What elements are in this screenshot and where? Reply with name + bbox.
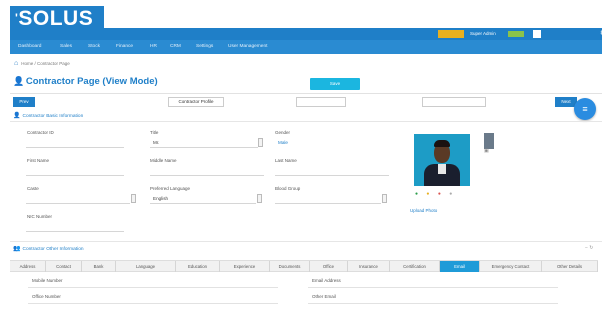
logo-band: 'SOLUS — [0, 0, 610, 31]
page-title: Contractor Page (View Mode) — [25, 76, 158, 87]
nic-number-label: NIC Number — [27, 214, 53, 219]
middle-name-label: Middle Name — [150, 158, 177, 163]
more-icon[interactable]: ● — [449, 191, 452, 197]
user-icon: 👤 — [13, 113, 21, 119]
contractor-id-field[interactable] — [26, 137, 124, 148]
tab-documents[interactable]: Documents — [270, 261, 310, 272]
menu-fab-icon[interactable]: ≡ — [574, 98, 596, 120]
blood-group-label: Blood Group — [275, 186, 301, 191]
preferred-language-dropdown-arrow[interactable] — [257, 194, 262, 203]
nav-item-hr[interactable]: HR — [150, 40, 157, 54]
nav-item-sales[interactable]: Sales — [60, 40, 72, 54]
title-divider — [10, 93, 602, 94]
first-name-label: First Name — [27, 158, 50, 163]
tab-third[interactable] — [422, 97, 486, 107]
first-name-field[interactable] — [26, 165, 124, 176]
nav-item-user-management[interactable]: User Management — [228, 40, 267, 54]
nav-item-dashboard[interactable]: Dashboard — [18, 40, 41, 54]
tab-certification[interactable]: Certification — [390, 261, 440, 272]
middle-name-field[interactable] — [150, 165, 264, 176]
nav-item-finance[interactable]: Finance — [116, 40, 133, 54]
notification-badge[interactable] — [438, 30, 464, 38]
breadcrumb-text[interactable]: Home / Contractor Page — [21, 61, 70, 66]
upload-photo-link[interactable]: Upload Photo — [410, 207, 437, 214]
tab-contact[interactable]: Contact — [46, 261, 82, 272]
row-divider — [28, 287, 278, 288]
role-label: Super Admin — [470, 31, 496, 36]
page-title-wrap: 👤 Contractor Page (View Mode) — [13, 76, 158, 88]
home-icon[interactable]: ⌂ — [14, 60, 18, 67]
tab-bank[interactable]: Bank — [82, 261, 116, 272]
tab-language[interactable]: Language — [116, 261, 176, 272]
approve-icon[interactable]: ● — [415, 191, 418, 197]
email-address-label: Email Address — [312, 278, 341, 283]
nav-item-settings[interactable]: Settings — [196, 40, 213, 54]
tab-education[interactable]: Education — [176, 261, 220, 272]
users-icon: 👥 — [13, 246, 21, 252]
photo-thumbnail[interactable] — [484, 133, 494, 149]
title-dropdown-arrow[interactable] — [258, 138, 263, 147]
breadcrumb: ⌂ Home / Contractor Page — [14, 60, 70, 68]
gender-radio-group[interactable]: Male — [275, 137, 335, 148]
other-info-tabs: Address Contact Bank Language Education … — [10, 260, 598, 272]
last-name-field[interactable] — [275, 165, 389, 176]
preferred-language-select[interactable]: English — [150, 193, 256, 204]
mobile-number-label: Mobile Number — [32, 278, 63, 283]
tab-email[interactable]: Email — [440, 261, 480, 272]
other-info-header: 👥 Contractor Other Information — [13, 246, 84, 252]
tab-address[interactable]: Address — [10, 261, 46, 272]
edit-icon[interactable]: ● — [426, 191, 429, 197]
user-avatar-icon[interactable] — [533, 30, 541, 38]
basic-info-header: 👤 Contractor Basic Information — [13, 113, 84, 119]
contractor-photo — [414, 134, 470, 186]
delete-icon[interactable]: ● — [438, 191, 441, 197]
caste-label: Caste — [27, 186, 39, 191]
collapse-icon[interactable]: − ↻ — [585, 245, 594, 251]
tab-other-details[interactable]: Other Details — [542, 261, 598, 272]
top-bar: Super Admin ⚙ — [10, 28, 606, 40]
save-button[interactable]: Save — [310, 78, 360, 90]
other-email-label: Other Email — [312, 294, 336, 299]
photo-hair — [434, 140, 450, 147]
last-name-label: Last Name — [275, 158, 297, 163]
photo-collar — [438, 164, 446, 174]
row-divider — [308, 287, 558, 288]
role-badge — [508, 31, 524, 37]
preferred-language-label: Preferred Language — [150, 186, 191, 191]
title-select[interactable]: Mr. — [150, 137, 258, 148]
nav-item-crm[interactable]: CRM — [170, 40, 181, 54]
gear-icon[interactable]: ⚙ — [600, 28, 606, 40]
blood-group-select[interactable] — [275, 193, 381, 204]
nav-item-stock[interactable]: Stock — [88, 40, 100, 54]
caste-dropdown-arrow[interactable] — [131, 194, 136, 203]
tab-second[interactable] — [296, 97, 346, 107]
tab-office[interactable]: Office — [310, 261, 348, 272]
title-label: Title — [150, 130, 159, 135]
contractor-id-label: Contractor ID — [27, 130, 54, 135]
blood-group-dropdown-arrow[interactable] — [382, 194, 387, 203]
row-divider — [28, 303, 278, 304]
tab-emergency-contact[interactable]: Emergency Contact — [480, 261, 542, 272]
tab-insurance[interactable]: Insurance — [348, 261, 390, 272]
caste-select[interactable] — [26, 193, 130, 204]
other-info-top-divider — [10, 241, 602, 242]
row-divider — [308, 303, 558, 304]
tab-experience[interactable]: Experience — [220, 261, 270, 272]
office-number-label: Office Number — [32, 294, 61, 299]
thumbnail-icon[interactable]: ▣ — [484, 148, 489, 154]
nic-number-field[interactable] — [26, 221, 124, 232]
main-nav: Dashboard Sales Stock Finance HR CRM Set… — [10, 40, 602, 54]
gender-label: Gender — [275, 130, 291, 135]
photo-actions: ● ● ● ● — [415, 191, 459, 198]
basic-info-divider — [10, 121, 602, 122]
prev-button[interactable]: Prev — [13, 97, 35, 107]
tab-contractor-profile[interactable]: Contractor Profile — [168, 97, 224, 107]
contractor-icon: 👤 — [13, 76, 25, 86]
